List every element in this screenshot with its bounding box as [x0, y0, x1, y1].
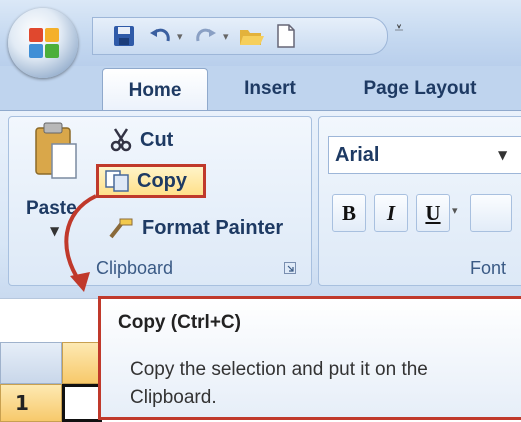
office-logo-icon — [29, 28, 59, 58]
format-painter-icon — [109, 218, 133, 239]
tooltip-title: Copy (Ctrl+C) — [118, 312, 241, 333]
font-name-dropdown[interactable]: Arial — [328, 136, 521, 174]
row-header-1[interactable]: 1 — [0, 384, 62, 422]
redo-icon[interactable] — [193, 23, 219, 49]
copy-label: Copy — [137, 169, 187, 192]
font-name-value: Arial — [335, 143, 380, 166]
cut-button[interactable]: Cut — [110, 126, 173, 154]
copy-icon — [105, 170, 129, 192]
new-document-icon[interactable] — [273, 23, 299, 49]
tab-insert[interactable]: Insert — [230, 74, 310, 104]
undo-icon[interactable] — [147, 23, 173, 49]
tooltip-body: Copy the selection and put it on the Cli… — [130, 359, 428, 408]
paste-button[interactable]: Paste — [26, 198, 77, 220]
quick-access-toolbar: ▾ ▾ — [92, 17, 388, 55]
border-button[interactable] — [470, 194, 512, 232]
scissors-icon — [110, 128, 132, 152]
cut-label: Cut — [140, 128, 174, 151]
active-cell[interactable] — [62, 384, 102, 422]
paste-icon[interactable] — [34, 122, 78, 182]
chevron-down-icon[interactable]: ▼ — [50, 224, 59, 238]
underline-button[interactable]: U — [416, 194, 450, 232]
bold-button[interactable]: B — [332, 194, 366, 232]
italic-button[interactable]: I — [374, 194, 408, 232]
save-icon[interactable] — [111, 23, 137, 49]
column-header[interactable] — [62, 342, 102, 384]
office-button[interactable] — [8, 8, 78, 78]
open-icon[interactable] — [239, 23, 265, 49]
customize-qat-icon[interactable]: ⩡ — [388, 18, 410, 48]
redo-dropdown-icon[interactable]: ▾ — [223, 30, 229, 43]
select-all-corner[interactable] — [0, 342, 62, 384]
format-painter-label: Format Painter — [142, 216, 284, 239]
tab-page-layout[interactable]: Page Layout — [350, 74, 490, 104]
tab-home[interactable]: Home — [102, 68, 208, 113]
dialog-launcher-icon[interactable] — [284, 262, 296, 274]
format-painter-button[interactable]: Format Painter — [108, 214, 283, 242]
font-group-label: Font — [470, 258, 507, 278]
font-dropdown-chevron-icon[interactable]: ▼ — [498, 148, 507, 162]
underline-dropdown-icon[interactable]: ▾ — [452, 204, 458, 217]
undo-dropdown-icon[interactable]: ▾ — [177, 30, 183, 43]
clipboard-group-label: Clipboard — [96, 258, 174, 278]
copy-button[interactable]: Copy — [96, 164, 206, 198]
